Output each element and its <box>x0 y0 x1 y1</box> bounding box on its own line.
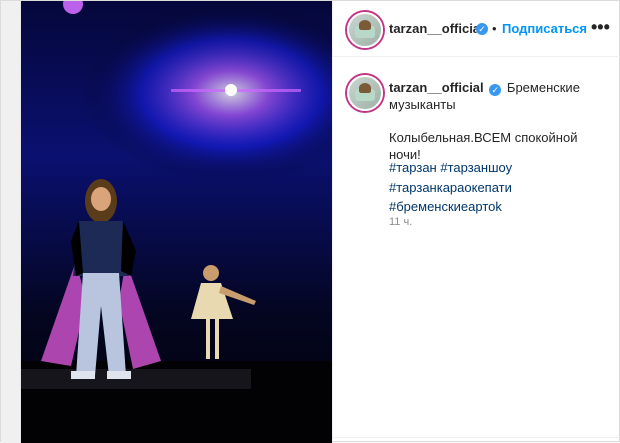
post-timestamp[interactable]: 11 ч. <box>389 216 412 228</box>
post-header: tarzan__official ✓ • Подписаться ••• <box>333 1 620 57</box>
stage-scene <box>21 1 332 443</box>
caption: tarzan__official ✓ Бременские музыканты … <box>389 79 603 163</box>
more-options-icon[interactable]: ••• <box>591 17 610 38</box>
caption-title-1: Бременские <box>506 80 580 95</box>
verified-badge-icon: ✓ <box>476 23 488 35</box>
hashtag-link[interactable]: #тарзанкараокепати <box>389 180 512 195</box>
caption-avatar[interactable] <box>347 75 383 111</box>
avatar[interactable] <box>347 12 383 48</box>
caption-title-2: музыканты <box>389 97 456 112</box>
instagram-post: tarzan__official ✓ • Подписаться ••• tar… <box>0 0 620 443</box>
hashtag-list: #тарзан #тарзаншоу #тарзанкараокепати #б… <box>389 158 589 217</box>
verified-badge-icon: ✓ <box>489 84 502 96</box>
divider <box>333 437 620 438</box>
post-video[interactable] <box>21 1 332 443</box>
header-username[interactable]: tarzan__official <box>389 21 484 36</box>
caption-body-1: Колыбельная.ВСЕМ спокойной <box>389 130 578 145</box>
hashtag-link[interactable]: #бременскиеартоk <box>389 199 502 214</box>
follow-button[interactable]: Подписаться <box>502 21 587 36</box>
caption-username[interactable]: tarzan__official <box>389 80 484 95</box>
hashtag-link[interactable]: #тарзан <box>389 160 437 175</box>
separator-dot: • <box>492 21 497 36</box>
hashtag-link[interactable]: #тарзаншоу <box>440 160 512 175</box>
left-margin <box>1 1 21 443</box>
post-sidebar: tarzan__official ✓ • Подписаться ••• tar… <box>332 1 620 443</box>
